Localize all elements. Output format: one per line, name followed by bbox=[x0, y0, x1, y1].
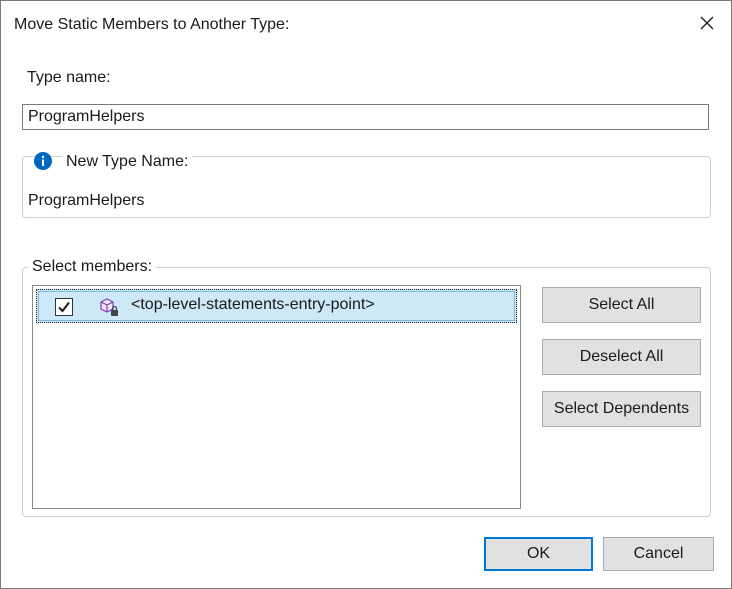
close-icon bbox=[700, 16, 714, 30]
type-name-label: Type name: bbox=[27, 69, 111, 86]
new-type-value: ProgramHelpers bbox=[28, 192, 145, 209]
select-dependents-button[interactable]: Select Dependents bbox=[542, 391, 701, 427]
type-name-input[interactable]: ProgramHelpers bbox=[22, 104, 709, 130]
member-label: <top-level-statements-entry-point> bbox=[131, 296, 375, 313]
dialog-title: Move Static Members to Another Type: bbox=[14, 16, 290, 33]
ok-button[interactable]: OK bbox=[484, 537, 593, 571]
member-checkbox[interactable] bbox=[55, 298, 73, 316]
cancel-button[interactable]: Cancel bbox=[603, 537, 714, 571]
close-button[interactable] bbox=[691, 7, 723, 39]
deselect-all-button[interactable]: Deselect All bbox=[542, 339, 701, 375]
info-icon bbox=[33, 151, 53, 171]
checkmark-icon bbox=[58, 301, 70, 313]
method-private-icon bbox=[97, 295, 121, 319]
select-all-button[interactable]: Select All bbox=[542, 287, 701, 323]
new-type-legend: New Type Name: bbox=[62, 153, 193, 171]
list-item[interactable]: <top-level-statements-entry-point> bbox=[36, 289, 517, 323]
select-members-legend: Select members: bbox=[28, 258, 157, 276]
members-listbox[interactable]: <top-level-statements-entry-point> bbox=[32, 285, 521, 509]
dialog-window: Move Static Members to Another Type: Typ… bbox=[0, 0, 732, 589]
